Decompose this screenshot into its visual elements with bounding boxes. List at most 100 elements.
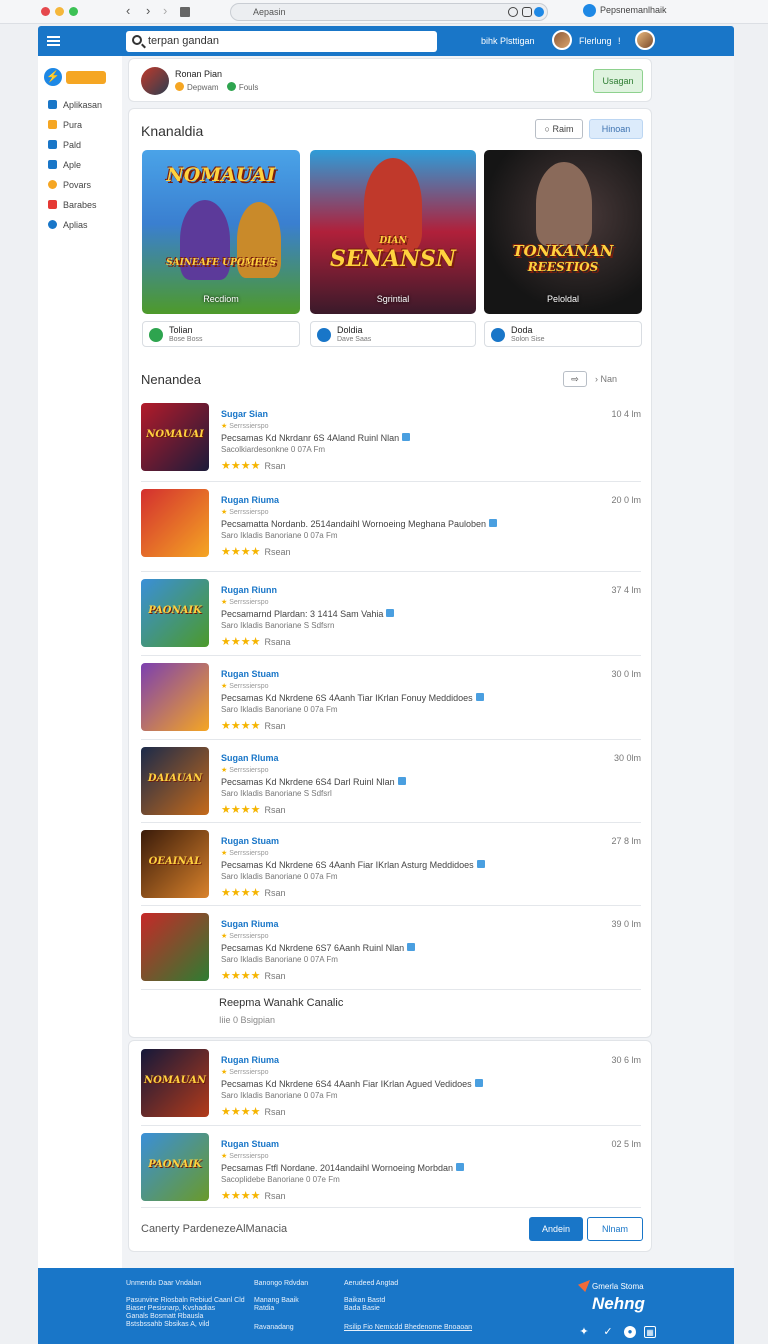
facebook-icon[interactable]: ✦ <box>578 1326 590 1338</box>
minimize-window-icon[interactable] <box>55 7 64 16</box>
footer-col1-link[interactable]: Pasunvine Riosbaln Rebiud Caanl Cld <box>126 1297 245 1304</box>
profile-button[interactable]: Pepsnemanlhaik <box>583 4 667 17</box>
featured-card-2[interactable]: DIAN SENANSN Sgrintial <box>310 150 476 314</box>
user-avatar[interactable] <box>141 67 169 95</box>
game-title[interactable]: Sugar Sian <box>221 409 268 419</box>
game-title[interactable]: Sugan Riuma <box>221 919 279 929</box>
game-thumbnail[interactable] <box>141 489 209 557</box>
sidebar-item-2[interactable]: Pura <box>48 120 82 130</box>
primary-button[interactable]: Andein <box>529 1217 583 1241</box>
game-thumbnail[interactable] <box>141 913 209 981</box>
appbar-link-1[interactable]: bihk Plsttigan <box>481 36 535 46</box>
list-item[interactable]: Sugan Riuma ★ Serrssierspo Pecsamas Kd Nkr… <box>141 913 641 983</box>
list-item[interactable]: PAONAIK Rugan Riunn ★ Serrssierspo Pecsamar… <box>141 579 641 649</box>
back-icon[interactable]: ‹ <box>126 3 130 18</box>
hamburger-menu-icon[interactable] <box>47 36 60 46</box>
external-link-icon[interactable] <box>402 433 411 441</box>
external-link-icon[interactable] <box>407 943 416 951</box>
game-thumbnail[interactable]: PAONAIK <box>141 1133 209 1201</box>
close-window-icon[interactable] <box>41 7 50 16</box>
sidebar-item-7[interactable]: Aplias <box>48 220 88 230</box>
sidebar-item-6[interactable]: Barabes <box>48 200 97 210</box>
globe-icon[interactable]: ● <box>624 1326 636 1338</box>
footer-col2-link[interactable]: Ratdia <box>254 1305 274 1312</box>
game-description: Pecsamas Ftfl Nordane. 2014andaihl Worno… <box>221 1163 464 1173</box>
footer-col1-link[interactable]: Biaser Pesisnarp, Kvshadias <box>126 1305 215 1312</box>
search-input[interactable]: terpan gandan <box>126 31 437 52</box>
list-item[interactable]: OEAINAL Rugan Stuam ★ Serrssierspo Pecsamas… <box>141 830 641 900</box>
twitter-icon[interactable]: ✓ <box>602 1326 614 1338</box>
footer-col3-link[interactable]: Baikan Bastd <box>344 1297 385 1304</box>
globe-icon <box>48 220 57 229</box>
list-item[interactable]: NOMAUAI Sugar Sian ★ Serrssierspo Pecsamas … <box>141 403 641 473</box>
rating-text: Rsan <box>264 1107 286 1117</box>
bolt-icon[interactable]: ⚡ <box>44 68 62 86</box>
featured-filter-button[interactable]: ○ Raim <box>535 119 583 139</box>
maximize-window-icon[interactable] <box>69 7 78 16</box>
game-title[interactable]: Sugan Rluma <box>221 753 279 763</box>
sidebar-item-4[interactable]: Aple <box>48 160 81 170</box>
view-toggle-button[interactable]: ⇨ <box>563 371 587 387</box>
extension-icon[interactable] <box>534 7 544 17</box>
footer-col3-link[interactable]: Rsilip Fio Nemicdd Bhedenome Bnoaoan <box>344 1324 472 1331</box>
game-thumbnail[interactable]: DAIAUAN <box>141 747 209 815</box>
game-thumbnail[interactable] <box>141 663 209 731</box>
bookmark-icon[interactable] <box>522 7 532 17</box>
external-link-icon[interactable] <box>455 1163 464 1171</box>
sidebar-toggle-chip[interactable] <box>66 71 106 84</box>
featured-info-1[interactable]: Tolian Bose Boss <box>142 321 300 347</box>
footer-col1-link[interactable]: Bstsbssahb Sbsikas A, vild <box>126 1321 209 1328</box>
secondary-button[interactable]: Nlnam <box>587 1217 643 1241</box>
game-thumbnail[interactable]: PAONAIK <box>141 579 209 647</box>
external-link-icon[interactable] <box>475 693 484 701</box>
reload-icon[interactable]: › <box>163 3 167 18</box>
footer-col1-link[interactable]: Ganals Bosmatt Rbausla <box>126 1313 203 1320</box>
featured-info-3[interactable]: Doda Solon Sise <box>484 321 642 347</box>
list-item[interactable]: PAONAIK Rugan Stuam ★ Serrssierspo Pecsamas… <box>141 1133 641 1203</box>
game-title[interactable]: Rugan Riuma <box>221 495 279 505</box>
list-item[interactable]: NOMAUAN Rugan Riuma ★ Serrssierspo Pecsamas… <box>141 1049 641 1119</box>
profile-avatar[interactable] <box>635 30 655 50</box>
more-link[interactable]: › Nan <box>595 374 617 384</box>
footer-col2-link[interactable]: Ravanadang <box>254 1324 294 1331</box>
list-item[interactable]: Rugan Stuam ★ Serrssierspo Pecsamas Kd Nkr… <box>141 663 641 733</box>
appbar-more[interactable]: ! <box>618 36 621 46</box>
featured-more-button[interactable]: Hinoan <box>589 119 643 139</box>
game-title[interactable]: Rugan Riunn <box>221 585 277 595</box>
calendar-icon[interactable]: ▦ <box>644 1326 656 1338</box>
featured-logo: TONKANAN <box>512 242 614 260</box>
sidebar-item-1[interactable]: Aplikasan <box>48 100 102 110</box>
external-link-icon[interactable] <box>489 519 498 527</box>
game-subtitle: ★ Serrssierspo <box>221 1068 269 1076</box>
forward-icon[interactable]: › <box>146 3 150 18</box>
footer-col3-link[interactable]: Bada Basie <box>344 1305 380 1312</box>
list-item[interactable]: Rugan Riuma ★ Serrssierspo Pecsamatta Nord… <box>141 489 641 559</box>
game-title[interactable]: Rugan Stuam <box>221 669 279 679</box>
game-title[interactable]: Rugan Riuma <box>221 1055 279 1065</box>
external-link-icon[interactable] <box>397 777 406 785</box>
featured-card-3[interactable]: TONKANAN REESTIOS Peloldal <box>484 150 642 314</box>
external-link-icon[interactable] <box>476 860 485 868</box>
chip-sub: Bose Boss <box>169 336 203 343</box>
game-thumbnail[interactable]: NOMAUAI <box>141 403 209 471</box>
featured-info-2[interactable]: Doldia Dave Saas <box>310 321 476 347</box>
address-bar[interactable]: Aepasin <box>230 3 548 21</box>
external-link-icon[interactable] <box>474 1079 483 1087</box>
sidebar-item-5[interactable]: Povars <box>48 180 91 190</box>
game-thumbnail[interactable]: OEAINAL <box>141 830 209 898</box>
external-link-icon[interactable] <box>386 609 395 617</box>
avatar[interactable] <box>552 30 572 50</box>
info-icon[interactable] <box>508 7 518 17</box>
game-thumbnail[interactable]: NOMAUAN <box>141 1049 209 1117</box>
follow-button[interactable]: Usagan <box>593 69 643 93</box>
game-title[interactable]: Rugan Stuam <box>221 1139 279 1149</box>
divider <box>141 1207 641 1208</box>
list-item[interactable]: DAIAUAN Sugan Rluma ★ Serrssierspo Pecsamas… <box>141 747 641 817</box>
rating-stars-icon: ★★★★ <box>221 636 261 648</box>
featured-card-1[interactable]: NOMAUAI SAINEAFE UPOMEUS Recdiom <box>142 150 300 314</box>
appbar-link-2[interactable]: Flerlung <box>579 36 612 46</box>
game-title[interactable]: Rugan Stuam <box>221 836 279 846</box>
sidebar-item-3[interactable]: Pald <box>48 140 81 150</box>
book-icon <box>48 140 57 149</box>
footer-col2-link[interactable]: Manang Baaik <box>254 1297 299 1304</box>
